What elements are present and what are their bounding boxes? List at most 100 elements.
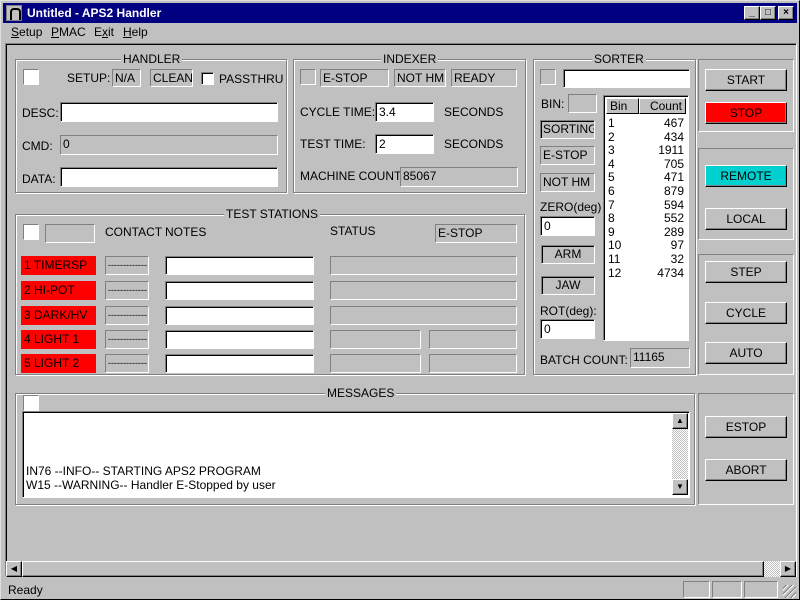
station-status bbox=[330, 330, 421, 349]
bin-row[interactable]: 2 434 bbox=[608, 130, 684, 144]
bin-count: 434 bbox=[663, 129, 684, 144]
cycle-button[interactable]: CYCLE bbox=[705, 302, 787, 324]
count-column-header[interactable]: Count bbox=[639, 98, 686, 114]
bin-row[interactable]: 9 289 bbox=[608, 225, 684, 239]
batch-count-value: 11165 bbox=[630, 348, 690, 368]
status-header: STATUS bbox=[330, 224, 376, 238]
bin-row[interactable]: 11 32 bbox=[608, 252, 684, 266]
bin-number: 2 bbox=[608, 129, 615, 144]
messages-log[interactable]: IN76 --INFO-- STARTING APS2 PROGRAM W15 … bbox=[22, 411, 690, 498]
bin-row[interactable]: 6 879 bbox=[608, 184, 684, 198]
abort-panel bbox=[698, 393, 794, 505]
bin-count: 471 bbox=[663, 170, 684, 185]
station-status-extra bbox=[429, 330, 517, 349]
status-pane-1 bbox=[683, 581, 710, 598]
notes-header: NOTES bbox=[165, 225, 207, 239]
stop-button[interactable]: STOP bbox=[705, 102, 787, 124]
station-contact: ------------- bbox=[105, 330, 149, 349]
bin-row[interactable]: 5 471 bbox=[608, 170, 684, 184]
station-name[interactable]: 2 HI-POT bbox=[21, 281, 96, 300]
sorter-estop-status: E-STOP bbox=[540, 146, 595, 165]
machine-count-value: 85067 bbox=[400, 167, 518, 187]
horizontal-scroll-thumb[interactable] bbox=[22, 561, 764, 577]
menu-exit[interactable]: Exit bbox=[94, 25, 114, 39]
zero-input[interactable]: 0 bbox=[540, 216, 595, 236]
station-name[interactable]: 4 LIGHT 1 bbox=[21, 330, 96, 349]
test-stations-field bbox=[45, 224, 95, 243]
sorter-nothm-status: NOT HM bbox=[540, 173, 595, 192]
station-notes-input[interactable] bbox=[165, 306, 314, 325]
data-input[interactable] bbox=[60, 167, 278, 187]
scroll-down-button[interactable]: ▼ bbox=[672, 479, 688, 495]
bin-number: 4 bbox=[608, 156, 615, 171]
horizontal-scrollbar[interactable]: ◀ ▶ bbox=[6, 561, 796, 577]
passthru-label: PASSTHRU bbox=[219, 72, 284, 86]
bin-count-table[interactable]: Bin Count 1 467 2 434 3 1911 4 705 5 471 6 879 7 594 8… bbox=[603, 95, 689, 341]
bin-label: BIN: bbox=[541, 97, 565, 111]
sorter-indicator bbox=[540, 69, 556, 85]
message-line: W15 --WARNING-- Handler E-Stopped by use… bbox=[26, 478, 276, 492]
app-window: Untitled - APS2 Handler _ □ × Setup PMAC… bbox=[0, 0, 800, 600]
station-name[interactable]: 1 TIMERSP bbox=[21, 256, 96, 275]
menu-help[interactable]: Help bbox=[123, 25, 148, 39]
station-status bbox=[330, 281, 517, 300]
bin-row[interactable]: 8 552 bbox=[608, 211, 684, 225]
resize-grip-icon[interactable] bbox=[783, 585, 796, 598]
menu-pmac[interactable]: PMAC bbox=[51, 25, 86, 39]
clean-status: CLEAN bbox=[150, 69, 193, 87]
station-notes-input[interactable] bbox=[165, 256, 314, 275]
test-time-input[interactable]: 2 bbox=[375, 134, 434, 154]
scroll-left-button[interactable]: ◀ bbox=[6, 561, 22, 577]
station-notes-input[interactable] bbox=[165, 330, 314, 349]
data-label: DATA: bbox=[22, 172, 56, 186]
message-line: IN76 --INFO-- STARTING APS2 PROGRAM bbox=[26, 464, 261, 478]
station-status-extra bbox=[429, 354, 517, 373]
station-notes-input[interactable] bbox=[165, 281, 314, 300]
close-button[interactable]: × bbox=[778, 6, 794, 20]
bin-number: 10 bbox=[608, 238, 622, 253]
indexer-title: INDEXER bbox=[381, 52, 439, 66]
bin-count: 1911 bbox=[658, 143, 684, 158]
auto-button[interactable]: AUTO bbox=[705, 342, 787, 364]
horizontal-scroll-track[interactable] bbox=[764, 561, 780, 577]
jaw-button[interactable]: JAW bbox=[541, 276, 595, 295]
step-button[interactable]: STEP bbox=[705, 261, 787, 283]
minimize-button[interactable]: _ bbox=[744, 6, 760, 20]
messages-scroll-track[interactable] bbox=[672, 429, 688, 479]
estop-button[interactable]: ESTOP bbox=[705, 416, 787, 438]
cycle-time-input[interactable]: 3.4 bbox=[375, 102, 434, 122]
station-name[interactable]: 3 DARK/HV bbox=[21, 306, 96, 325]
arm-button[interactable]: ARM bbox=[541, 245, 595, 264]
cycle-time-label: CYCLE TIME: bbox=[300, 105, 376, 119]
bin-row[interactable]: 7 594 bbox=[608, 198, 684, 212]
bin-row[interactable]: 12 4734 bbox=[608, 266, 684, 280]
local-button[interactable]: LOCAL bbox=[705, 208, 787, 230]
indexer-nothm-status: NOT HM bbox=[394, 69, 446, 87]
bin-row[interactable]: 1 467 bbox=[608, 116, 684, 130]
bin-row[interactable]: 4 705 bbox=[608, 157, 684, 171]
maximize-button[interactable]: □ bbox=[760, 6, 776, 20]
scroll-up-button[interactable]: ▲ bbox=[672, 413, 688, 429]
passthru-checkbox[interactable] bbox=[201, 72, 214, 85]
desc-input[interactable] bbox=[60, 102, 278, 122]
indexer-indicator bbox=[300, 69, 316, 85]
station-status bbox=[330, 306, 517, 325]
window-title: Untitled - APS2 Handler bbox=[27, 6, 162, 20]
station-name[interactable]: 5 LIGHT 2 bbox=[21, 354, 96, 373]
start-button[interactable]: START bbox=[705, 69, 787, 91]
sorter-top-field[interactable] bbox=[563, 69, 690, 88]
rot-input[interactable]: 0 bbox=[540, 319, 595, 339]
remote-button[interactable]: REMOTE bbox=[705, 165, 787, 187]
bin-row[interactable]: 10 97 bbox=[608, 238, 684, 252]
station-notes-input[interactable] bbox=[165, 354, 314, 373]
station-contact: ------------- bbox=[105, 281, 149, 300]
bin-column-header[interactable]: Bin bbox=[606, 98, 639, 114]
station-contact: ------------- bbox=[105, 306, 149, 325]
app-icon[interactable] bbox=[6, 5, 22, 21]
abort-button[interactable]: ABORT bbox=[705, 459, 787, 481]
title-bar[interactable]: Untitled - APS2 Handler _ □ × bbox=[3, 3, 797, 23]
bin-row[interactable]: 3 1911 bbox=[608, 143, 684, 157]
menu-setup[interactable]: Setup bbox=[11, 25, 42, 39]
scroll-right-button[interactable]: ▶ bbox=[780, 561, 796, 577]
bin-number: 6 bbox=[608, 184, 615, 198]
